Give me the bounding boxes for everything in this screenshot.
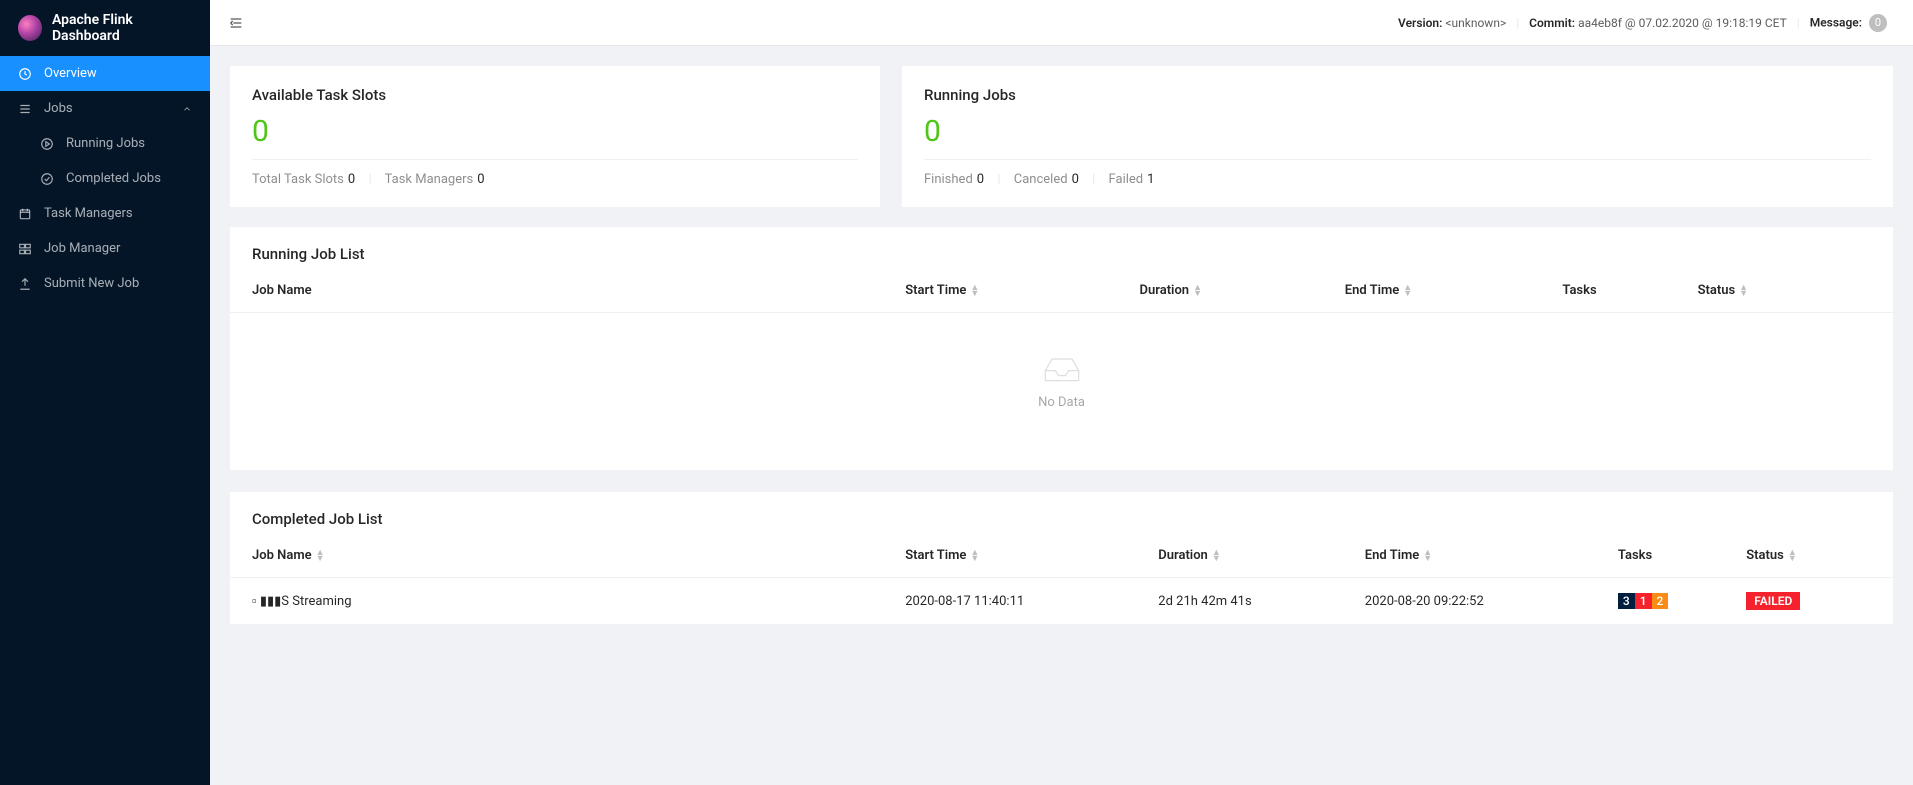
sort-icon: ▲▼: [1193, 285, 1202, 297]
bars-icon: [18, 102, 32, 116]
panel-title: Running Job List: [230, 227, 1893, 269]
sidebar-item-task-managers[interactable]: Task Managers: [0, 196, 210, 231]
running-jobs-table: Job Name Start Time▲▼ Duration▲▼ End Tim…: [230, 269, 1893, 313]
sort-icon: ▲▼: [1212, 550, 1221, 562]
sort-icon: ▲▼: [1403, 285, 1412, 297]
chevron-up-icon: [182, 104, 192, 114]
card-title: Running Jobs: [924, 86, 1871, 104]
build-icon: [18, 242, 32, 256]
col-status[interactable]: Status▲▼: [1688, 269, 1893, 313]
col-start-time[interactable]: Start Time▲▼: [895, 534, 1148, 578]
sort-icon: ▲▼: [1423, 550, 1432, 562]
brand-title: Apache Flink Dashboard: [52, 12, 192, 44]
sidebar-label: Jobs: [44, 101, 73, 116]
col-status[interactable]: Status▲▼: [1736, 534, 1893, 578]
col-tasks[interactable]: Tasks: [1552, 269, 1687, 313]
top-header: Version: <unknown> | Commit: aa4eb8f @ 0…: [210, 0, 1913, 46]
header-message: Message: 0: [1802, 14, 1895, 32]
sort-icon: ▲▼: [1739, 285, 1748, 297]
sidebar-collapse-button[interactable]: [228, 15, 244, 31]
cell-job-name: ▫ ▮▮▮S Streaming: [230, 578, 895, 625]
sidebar-label: Job Manager: [44, 241, 120, 256]
sidebar-label: Completed Jobs: [66, 171, 161, 186]
sidebar-item-overview[interactable]: Overview: [0, 56, 210, 91]
inbox-icon: [1042, 353, 1082, 385]
cell-status: FAILED: [1736, 578, 1893, 625]
sidebar-item-running-jobs[interactable]: Running Jobs: [0, 126, 210, 161]
running-jobs-value: 0: [924, 114, 1871, 160]
check-circle-icon: [40, 172, 54, 186]
available-task-slots-card: Available Task Slots 0 Total Task Slots0…: [230, 66, 880, 207]
upload-icon: [18, 277, 32, 291]
col-tasks[interactable]: Tasks: [1608, 534, 1736, 578]
sort-icon: ▲▼: [970, 550, 979, 562]
sidebar-item-jobs[interactable]: Jobs: [0, 91, 210, 126]
sort-icon: ▲▼: [1788, 550, 1797, 562]
dashboard-icon: [18, 67, 32, 81]
available-slots-value: 0: [252, 114, 858, 160]
table-row[interactable]: ▫ ▮▮▮S Streaming2020-08-17 11:40:112d 21…: [230, 578, 1893, 625]
empty-state: No Data: [230, 313, 1893, 470]
cell-tasks: 312: [1608, 578, 1736, 625]
card-title: Available Task Slots: [252, 86, 858, 104]
flink-logo-icon: [18, 15, 42, 41]
sidebar-item-job-manager[interactable]: Job Manager: [0, 231, 210, 266]
col-duration[interactable]: Duration▲▼: [1148, 534, 1355, 578]
col-job-name[interactable]: Job Name▲▼: [230, 534, 895, 578]
col-start-time[interactable]: Start Time▲▼: [895, 269, 1129, 313]
sidebar-label: Overview: [44, 66, 97, 81]
running-jobs-card: Running Jobs 0 Finished0 | Canceled0 | F…: [902, 66, 1893, 207]
sidebar-label: Running Jobs: [66, 136, 145, 151]
message-count-badge[interactable]: 0: [1869, 14, 1887, 32]
schedule-icon: [18, 207, 32, 221]
sort-icon: ▲▼: [970, 285, 979, 297]
sort-icon: ▲▼: [316, 550, 325, 562]
header-commit: Commit: aa4eb8f @ 07.02.2020 @ 19:18:19 …: [1521, 16, 1795, 30]
sidebar-item-completed-jobs[interactable]: Completed Jobs: [0, 161, 210, 196]
sidebar-label: Submit New Job: [44, 276, 139, 291]
brand-logo[interactable]: Apache Flink Dashboard: [0, 0, 210, 56]
col-job-name[interactable]: Job Name: [230, 269, 895, 313]
cell-end-time: 2020-08-20 09:22:52: [1355, 578, 1608, 625]
sidebar: Apache Flink Dashboard Overview Jobs Run…: [0, 0, 210, 785]
col-end-time[interactable]: End Time▲▼: [1335, 269, 1553, 313]
sidebar-label: Task Managers: [44, 206, 133, 221]
cell-start-time: 2020-08-17 11:40:11: [895, 578, 1148, 625]
completed-jobs-table: Job Name▲▼ Start Time▲▼ Duration▲▼ End T…: [230, 534, 1893, 625]
col-end-time[interactable]: End Time▲▼: [1355, 534, 1608, 578]
sidebar-item-submit-new-job[interactable]: Submit New Job: [0, 266, 210, 301]
completed-job-list-panel: Completed Job List Job Name▲▼ Start Time…: [230, 492, 1893, 625]
cell-duration: 2d 21h 42m 41s: [1148, 578, 1355, 625]
panel-title: Completed Job List: [230, 492, 1893, 534]
header-version: Version: <unknown>: [1390, 16, 1514, 30]
play-circle-icon: [40, 137, 54, 151]
col-duration[interactable]: Duration▲▼: [1130, 269, 1335, 313]
running-job-list-panel: Running Job List Job Name Start Time▲▼ D…: [230, 227, 1893, 470]
